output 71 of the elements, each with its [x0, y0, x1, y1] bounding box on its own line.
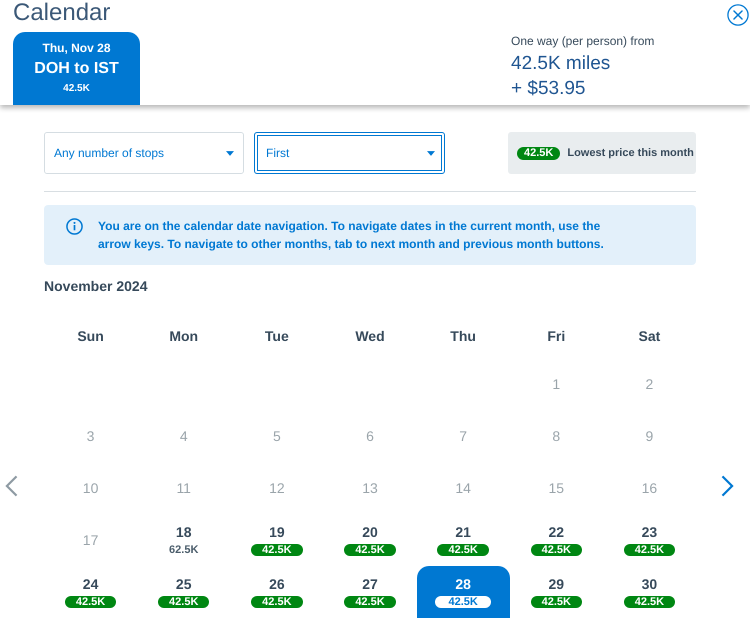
- caret-icon: [226, 150, 234, 156]
- price-badge: 42.5K: [517, 146, 560, 160]
- calendar-day: 6: [323, 410, 417, 462]
- calendar-day[interactable]: 26 42.5K: [230, 566, 324, 618]
- calendar-day: 12: [230, 462, 324, 514]
- flight-route: DOH to IST: [34, 59, 119, 79]
- calendar-day: 7: [416, 410, 510, 462]
- calendar-day: 8: [510, 410, 603, 462]
- calendar-day[interactable]: 30 42.5K: [602, 566, 696, 618]
- weekday-label: Tue: [264, 327, 289, 346]
- price-badge: 42.5K: [435, 596, 491, 608]
- close-icon: [727, 4, 749, 26]
- calendar-day: 2: [602, 358, 696, 410]
- calendar-day[interactable]: 24 42.5K: [44, 566, 138, 618]
- price-badge: 42.5K: [624, 544, 676, 556]
- info-icon: [66, 218, 83, 235]
- calendar-day: 1: [510, 358, 603, 410]
- weekday-label: Fri: [547, 327, 566, 346]
- calendar-day: 14: [416, 462, 510, 514]
- fare-label: One way (per person) from: [511, 33, 654, 49]
- flight-date: Thu, Nov 28: [42, 40, 110, 56]
- price-badge: 42.5K: [251, 596, 303, 608]
- info-text: You are on the calendar date navigation. To navigate dates in the current month, use the arrow keys. To navigate to other months, tab to next month and previous month buttons.: [98, 218, 605, 253]
- price-badge: 42.5K: [530, 544, 582, 556]
- dropdown[interactable]: Any number of stops: [44, 132, 244, 174]
- flight-price: 42.5K: [63, 82, 90, 96]
- calendar-day[interactable]: 23 42.5K: [602, 514, 696, 566]
- calendar-day: 4: [137, 410, 230, 462]
- calendar-day[interactable]: 19 42.5K: [230, 514, 324, 566]
- page-title: Calendar: [13, 0, 110, 27]
- price-badge: 42.5K: [624, 596, 676, 608]
- weekday-label: Wed: [355, 327, 385, 346]
- price-badge: 42.5K: [344, 544, 396, 556]
- calendar-day: 16: [602, 462, 696, 514]
- price-badge: 42.5K: [251, 544, 303, 556]
- dropdown[interactable]: First: [254, 132, 445, 174]
- calendar-day[interactable]: 25 42.5K: [137, 566, 230, 618]
- calendar-day[interactable]: 22 42.5K: [510, 514, 603, 566]
- weekday-label: Sat: [638, 327, 660, 346]
- price-badge: 42.5K: [64, 596, 116, 608]
- calendar-day[interactable]: 27 42.5K: [323, 566, 417, 618]
- calendar-day: 17: [44, 514, 138, 566]
- calendar-day: 13: [323, 462, 417, 514]
- weekday-label: Mon: [169, 327, 198, 346]
- calendar-day[interactable]: 21 42.5K: [416, 514, 510, 566]
- calendar-day: 5: [230, 410, 324, 462]
- calendar-day[interactable]: 20 42.5K: [323, 514, 417, 566]
- month-title: November 2024: [44, 277, 148, 295]
- price-badge: 42.5K: [344, 596, 396, 608]
- fare-cash: + $53.95: [511, 77, 586, 101]
- price-badge: 42.5K: [530, 596, 582, 608]
- calendar-day[interactable]: 18 62.5K: [137, 514, 230, 566]
- weekday-label: Thu: [450, 327, 476, 346]
- calendar-day: 10: [44, 462, 138, 514]
- calendar-day[interactable]: 29 42.5K: [510, 566, 603, 618]
- calendar-day: 9: [602, 410, 696, 462]
- chevron-left-icon: [5, 475, 18, 497]
- calendar-day: 11: [137, 462, 230, 514]
- close-button[interactable]: [727, 4, 749, 26]
- caret-icon: [427, 150, 435, 156]
- calendar-day[interactable]: 28 42.5K: [416, 566, 510, 618]
- price-label: 62.5K: [169, 544, 198, 556]
- price-badge: 42.5K: [437, 544, 489, 556]
- calendar-day: 3: [44, 410, 138, 462]
- fare-miles: 42.5K miles: [511, 52, 610, 76]
- chevron-right-icon: [721, 475, 734, 497]
- calendar-day: 15: [510, 462, 603, 514]
- weekday-label: Sun: [77, 327, 104, 346]
- price-badge: 42.5K: [158, 596, 210, 608]
- next-month-button[interactable]: [721, 475, 734, 497]
- legend-label: Lowest price this month: [567, 147, 694, 159]
